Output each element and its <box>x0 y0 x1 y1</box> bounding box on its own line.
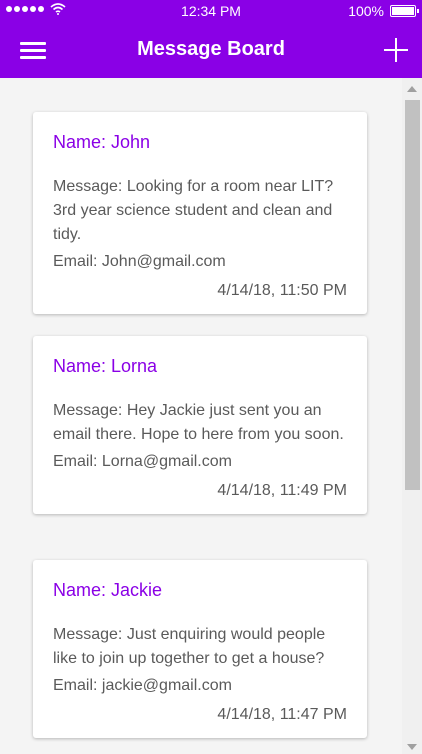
message-card[interactable]: Name: Jackie Message: Just enquiring wou… <box>33 560 367 738</box>
message-body: Message: Just enquiring would people lik… <box>53 626 326 667</box>
page-title: Message Board <box>137 38 285 60</box>
message-card[interactable]: Name: John Message: Looking for a room n… <box>33 112 367 314</box>
message-email: Email: Lorna@gmail.com <box>53 453 232 470</box>
scroll-up-arrow-icon[interactable] <box>407 86 417 92</box>
app-screen: 12:34 PM 100% Message Board Name: John M… <box>0 0 422 754</box>
message-list[interactable]: Name: John Message: Looking for a room n… <box>0 78 402 754</box>
message-email: Email: jackie@gmail.com <box>53 677 232 694</box>
message-time: 4/14/18, 11:50 PM <box>217 282 347 299</box>
message-time: 4/14/18, 11:49 PM <box>217 482 347 499</box>
battery-icon <box>390 5 419 17</box>
message-body: Message: Hey Jackie just sent you an ema… <box>53 402 344 443</box>
status-right: 100% <box>348 3 419 19</box>
battery-percent: 100% <box>348 3 384 19</box>
message-body: Message: Looking for a room near LIT? 3r… <box>53 178 334 243</box>
status-bar: 12:34 PM 100% <box>0 0 422 22</box>
message-name: Name: John <box>53 132 151 152</box>
scrollbar[interactable] <box>402 78 422 754</box>
message-time: 4/14/18, 11:47 PM <box>217 706 347 723</box>
scroll-thumb[interactable] <box>405 100 420 490</box>
message-name: Name: Lorna <box>53 356 158 376</box>
plus-icon[interactable] <box>382 36 410 64</box>
message-email: Email: John@gmail.com <box>53 253 226 270</box>
scroll-down-arrow-icon[interactable] <box>407 744 417 750</box>
message-card[interactable]: Name: Lorna Message: Hey Jackie just sen… <box>33 336 367 514</box>
message-name: Name: Jackie <box>53 580 163 600</box>
app-header: Message Board <box>0 22 422 78</box>
